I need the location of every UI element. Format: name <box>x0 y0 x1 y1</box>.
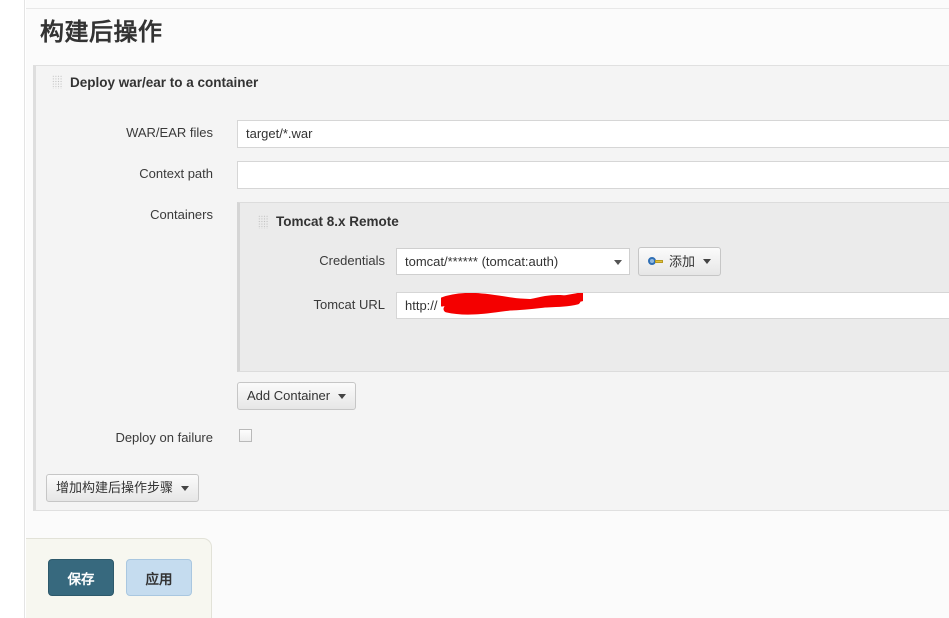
page-title: 构建后操作 <box>40 19 163 46</box>
deploy-on-failure-label: Deploy on failure <box>115 430 213 445</box>
add-container-row: Add Container <box>52 382 949 412</box>
deploy-block-header: Deploy war/ear to a container <box>52 72 258 92</box>
container-config-panel: Tomcat 8.x Remote Credentials tomcat/***… <box>237 202 949 372</box>
tomcat-url-value: http:// <box>405 298 438 313</box>
form-action-bar: 保存 应用 <box>26 538 212 618</box>
redaction-scribble <box>441 293 583 315</box>
add-postbuild-step-button[interactable]: 增加构建后操作步骤 <box>46 474 200 502</box>
add-credentials-button[interactable]: 添加 <box>638 247 722 276</box>
tomcat-url-input[interactable]: http:// <box>396 292 949 319</box>
credentials-selected-value: tomcat/****** (tomcat:auth) <box>405 254 559 269</box>
save-button[interactable]: 保存 <box>48 559 114 596</box>
credentials-row: Credentials tomcat/****** (tomcat:auth) … <box>240 247 949 276</box>
container-drag-handle-icon[interactable] <box>258 214 268 229</box>
page-root: 构建后操作 Deploy war/ear to a container WAR/… <box>0 0 949 618</box>
chevron-down-icon <box>338 393 347 399</box>
left-gutter <box>0 0 25 618</box>
apply-button[interactable]: 应用 <box>126 559 192 596</box>
tomcat-container-header: Tomcat 8.x Remote <box>258 214 399 229</box>
war-ear-files-row: WAR/EAR files target/*.war <box>52 120 949 150</box>
key-icon <box>648 256 663 267</box>
tomcat-url-label: Tomcat URL <box>313 297 385 312</box>
deploy-on-failure-checkbox[interactable] <box>239 429 252 442</box>
war-ear-files-input[interactable]: target/*.war <box>237 120 949 148</box>
add-postbuild-step-label: 增加构建后操作步骤 <box>56 480 174 495</box>
drag-handle-icon[interactable] <box>52 75 62 89</box>
credentials-label: Credentials <box>319 253 385 268</box>
containers-label: Containers <box>150 207 213 222</box>
top-divider <box>26 8 949 9</box>
tomcat-url-row: Tomcat URL http:// <box>240 292 949 320</box>
add-credentials-label: 添加 <box>669 253 696 269</box>
add-container-label: Add Container <box>247 388 331 403</box>
containers-row: Containers Tomcat 8.x Remote Credentials… <box>52 202 949 402</box>
chevron-down-icon <box>181 485 190 491</box>
add-container-button[interactable]: Add Container <box>237 382 357 410</box>
context-path-label: Context path <box>139 166 213 181</box>
tomcat-container-title: Tomcat 8.x Remote <box>276 214 399 229</box>
war-ear-files-label: WAR/EAR files <box>126 125 213 140</box>
chevron-down-icon <box>703 259 712 264</box>
postbuild-action-panel: Deploy war/ear to a container WAR/EAR fi… <box>33 65 949 511</box>
chevron-down-icon <box>614 260 622 265</box>
deploy-on-failure-row: Deploy on failure <box>52 425 949 455</box>
context-path-row: Context path <box>52 161 949 191</box>
deploy-block-title: Deploy war/ear to a container <box>70 74 259 90</box>
credentials-select[interactable]: tomcat/****** (tomcat:auth) <box>396 248 630 275</box>
context-path-input[interactable] <box>237 161 949 189</box>
